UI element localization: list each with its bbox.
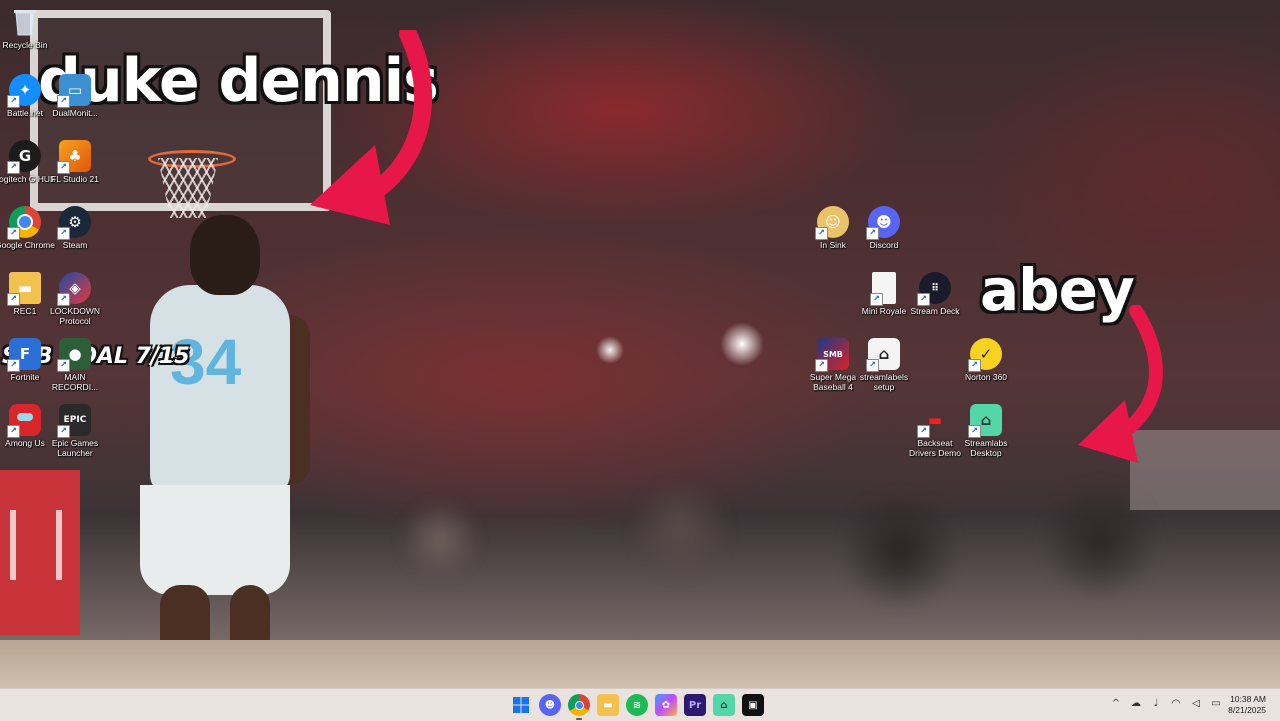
desktop-icon-steam[interactable]: ⚙ ↗ Steam: [44, 206, 106, 250]
desktop-icon-streamlabs-desktop[interactable]: ⌂ ↗ Streamlabs Desktop: [955, 404, 1017, 458]
desktop-icon-norton-360[interactable]: ✓ ↗ Norton 360: [955, 338, 1017, 382]
recording-icon: ● ↗: [57, 338, 91, 372]
taskbar-clock[interactable]: 10:38 AM 8/21/2025: [1228, 694, 1266, 716]
desktop-icon-dualmonitor[interactable]: ▭ ↗ DualMonit...: [44, 74, 106, 118]
streamlabels-icon: ⌂ ↗: [866, 338, 900, 372]
fortnite-icon: F ↗: [7, 338, 41, 372]
streamlabs-icon[interactable]: ⌂: [713, 694, 735, 716]
stream-deck-icon: ⠿ ↗: [917, 272, 951, 306]
recycle-bin-icon: [9, 6, 41, 38]
streamlabs-icon: ⌂ ↗: [968, 404, 1002, 438]
among-us-icon: ↗: [7, 404, 41, 438]
desktop-icon-recycle-bin[interactable]: Recycle Bin: [0, 6, 56, 50]
chrome-icon: ↗: [7, 206, 41, 240]
onedrive-icon[interactable]: ☁: [1130, 697, 1142, 709]
taskbar-pinned-apps: ☻ ▬ ≋ ✿ Pr ⌂ ▣: [510, 694, 764, 720]
basketball-player: 34: [120, 215, 320, 685]
taskbar: ☻ ▬ ≋ ✿ Pr ⌂ ▣ ^ ☁ ♩ ◠ ◁ ▭ 10:38 AM 8/21…: [0, 688, 1280, 721]
discord-icon: ☻ ↗: [866, 206, 900, 240]
in-sink-icon: ☺ ↗: [815, 206, 849, 240]
arrow-icon: [310, 30, 433, 225]
discord-icon[interactable]: ☻: [539, 694, 561, 716]
logitech-ghub-icon: G ↗: [7, 140, 41, 174]
wall-padding: [0, 470, 80, 635]
microphone-icon[interactable]: ♩: [1150, 697, 1162, 709]
folder-icon: ▬ ↗: [7, 272, 41, 306]
battle-net-icon: ✦ ↗: [7, 74, 41, 108]
norton-icon: ✓ ↗: [968, 338, 1002, 372]
desktop-icon-epic-games[interactable]: EPIC ↗ Epic Games Launcher: [44, 404, 106, 458]
folder-icon[interactable]: ▬: [597, 694, 619, 716]
backseat-drivers-icon: ▬ ↗: [917, 404, 951, 438]
arrow-icon: [1078, 305, 1163, 463]
chrome-icon[interactable]: [568, 694, 590, 720]
desktop-icon-lockdown-protocol[interactable]: ◈ ↗ LOCKDOWN Protocol: [44, 272, 106, 326]
battery-icon[interactable]: ▭: [1210, 697, 1222, 709]
copilot-icon[interactable]: ✿: [655, 694, 677, 716]
steam-icon: ⚙ ↗: [57, 206, 91, 240]
light-glare: [720, 322, 764, 366]
volume-icon[interactable]: ◁: [1190, 697, 1202, 709]
lockdown-protocol-icon: ◈ ↗: [57, 272, 91, 306]
desktop-icon-stream-deck[interactable]: ⠿ ↗ Stream Deck: [904, 272, 966, 316]
chevron-up-icon[interactable]: ^: [1110, 697, 1122, 709]
clock-time: 10:38 AM: [1230, 694, 1266, 704]
light-glare: [596, 336, 624, 364]
desktop-icon-fl-studio[interactable]: ♣ ↗ FL Studio 21: [44, 140, 106, 184]
desktop-icon-streamlabels-setup[interactable]: ⌂ ↗ streamlabels setup: [853, 338, 915, 392]
court-floor: [0, 640, 1280, 688]
premiere-pro-icon[interactable]: Pr: [684, 694, 706, 716]
spotify-icon[interactable]: ≋: [626, 694, 648, 716]
clock-date: 8/21/2025: [1228, 705, 1266, 715]
epic-games-icon: EPIC ↗: [57, 404, 91, 438]
system-tray: ^ ☁ ♩ ◠ ◁ ▭: [1110, 697, 1222, 709]
desktop-icon-discord[interactable]: ☻ ↗ Discord: [853, 206, 915, 250]
file-icon: ↗: [870, 272, 896, 306]
dual-monitor-icon: ▭ ↗: [57, 74, 91, 108]
desktop-icon-main-recording[interactable]: ● ↗ MAIN RECORDI...: [44, 338, 106, 392]
super-mega-baseball-icon: SMB ↗: [815, 338, 849, 372]
fl-studio-icon: ♣ ↗: [57, 140, 91, 174]
wifi-icon[interactable]: ◠: [1170, 697, 1182, 709]
capcut-icon[interactable]: ▣: [742, 694, 764, 716]
windows-start-icon[interactable]: [510, 694, 532, 716]
